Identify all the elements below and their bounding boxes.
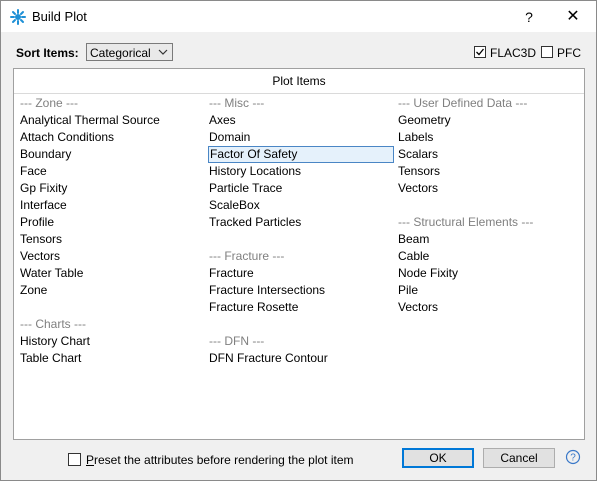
preset-label-rest: reset the attributes before rendering th… xyxy=(94,453,354,467)
spacer-row xyxy=(397,197,534,214)
category-header: --- Misc --- xyxy=(209,96,265,110)
help-button[interactable]: ? xyxy=(519,7,539,27)
category-header: --- User Defined Data --- xyxy=(398,96,528,110)
flac3d-label: FLAC3D xyxy=(490,46,537,60)
plot-item[interactable]: Tensors xyxy=(19,231,161,248)
plot-item[interactable]: Boundary xyxy=(19,146,161,163)
plot-item[interactable]: Vectors xyxy=(397,180,534,197)
plot-item[interactable]: Fracture xyxy=(208,265,394,282)
sort-items-label: Sort Items: xyxy=(16,46,79,60)
plot-item[interactable]: Axes xyxy=(208,112,394,129)
pfc-checkbox[interactable] xyxy=(541,46,553,58)
title-bar: Build Plot ? ✕ xyxy=(1,1,596,32)
plot-item[interactable]: Labels xyxy=(397,129,534,146)
plot-item[interactable]: Tensors xyxy=(397,163,534,180)
preset-attributes-label: Preset the attributes before rendering t… xyxy=(86,453,354,467)
plot-item[interactable]: Particle Trace xyxy=(208,180,394,197)
preset-label-accel: P xyxy=(86,453,95,467)
preset-attributes-checkbox[interactable] xyxy=(68,453,81,466)
category-header: --- Charts --- xyxy=(20,317,86,331)
category-header: --- Fracture --- xyxy=(209,249,285,263)
sort-items-select[interactable]: Categorical xyxy=(86,43,173,61)
plot-item[interactable]: Cable xyxy=(397,248,534,265)
plot-item[interactable]: History Locations xyxy=(208,163,394,180)
plot-item[interactable]: DFN Fracture Contour xyxy=(208,350,394,367)
plot-items-panel: Plot Items --- Zone --- Analytical Therma… xyxy=(13,68,585,440)
plot-item[interactable]: Attach Conditions xyxy=(19,129,161,146)
ok-button[interactable]: OK xyxy=(402,448,474,468)
plot-item[interactable]: Analytical Thermal Source xyxy=(19,112,161,129)
plot-item[interactable]: Profile xyxy=(19,214,161,231)
close-button[interactable]: ✕ xyxy=(563,7,583,27)
flac3d-checkbox[interactable] xyxy=(474,46,486,58)
checkmark-icon xyxy=(476,48,485,56)
build-plot-dialog: Build Plot ? ✕ Sort Items: Categorical F… xyxy=(0,0,597,481)
plot-item[interactable]: Vectors xyxy=(397,299,534,316)
plot-item[interactable]: Factor Of Safety xyxy=(208,146,394,163)
plot-item[interactable]: Face xyxy=(19,163,161,180)
plot-item[interactable]: Pile xyxy=(397,282,534,299)
chevron-down-icon xyxy=(158,49,168,55)
question-circle-icon[interactable]: ? xyxy=(565,449,581,465)
pfc-label: PFC xyxy=(557,46,581,60)
spacer-row xyxy=(208,231,394,248)
plot-item[interactable]: Zone xyxy=(19,282,161,299)
app-icon xyxy=(10,9,26,25)
plot-item[interactable]: Gp Fixity xyxy=(19,180,161,197)
plot-items-header: Plot Items xyxy=(14,69,584,94)
plot-items-column-2: --- Misc --- Axes Domain Factor Of Safety Hi… xyxy=(208,95,394,367)
plot-item[interactable]: Node Fixity xyxy=(397,265,534,282)
cancel-button[interactable]: Cancel xyxy=(483,448,555,468)
category-header: --- Structural Elements --- xyxy=(398,215,534,229)
category-header: --- Zone --- xyxy=(20,96,78,110)
plot-item[interactable]: Table Chart xyxy=(19,350,161,367)
category-header: --- DFN --- xyxy=(209,334,265,348)
plot-item[interactable]: Fracture Rosette xyxy=(208,299,394,316)
sort-items-value: Categorical xyxy=(90,46,151,60)
plot-item[interactable]: Geometry xyxy=(397,112,534,129)
plot-item[interactable]: Beam xyxy=(397,231,534,248)
plot-item[interactable]: History Chart xyxy=(19,333,161,350)
plot-items-column-3: --- User Defined Data --- Geometry Labels S… xyxy=(397,95,534,316)
plot-item[interactable]: Scalars xyxy=(397,146,534,163)
window-title: Build Plot xyxy=(32,9,87,24)
svg-text:?: ? xyxy=(570,453,576,464)
plot-item[interactable]: Fracture Intersections xyxy=(208,282,394,299)
plot-item[interactable]: Domain xyxy=(208,129,394,146)
plot-item[interactable]: Vectors xyxy=(19,248,161,265)
spacer-row xyxy=(208,316,394,333)
plot-item[interactable]: Interface xyxy=(19,197,161,214)
spacer-row xyxy=(19,299,161,316)
plot-item[interactable]: Water Table xyxy=(19,265,161,282)
plot-item[interactable]: ScaleBox xyxy=(208,197,394,214)
plot-item[interactable]: Tracked Particles xyxy=(208,214,394,231)
plot-items-column-1: --- Zone --- Analytical Thermal Source Att… xyxy=(19,95,161,367)
